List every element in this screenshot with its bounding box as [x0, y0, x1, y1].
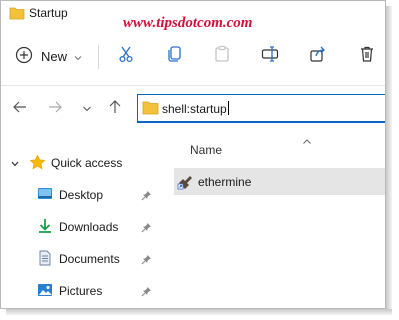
nav-item-label: Downloads — [59, 220, 119, 234]
window-shadow — [386, 6, 392, 311]
paste-button[interactable] — [211, 45, 233, 67]
sort-ascending-icon — [302, 132, 312, 150]
nav-item-label: Pictures — [59, 284, 103, 298]
plus-circle-icon — [15, 46, 33, 67]
toolbar-separator — [98, 45, 99, 69]
address-input[interactable]: shell:startup — [162, 101, 229, 116]
star-icon — [29, 154, 46, 176]
share-button[interactable] — [307, 45, 329, 67]
copy-button[interactable] — [163, 45, 185, 67]
toolbar-divider — [1, 85, 385, 86]
watermark-text: www.tipsdotcom.com — [123, 15, 253, 31]
command-bar: New — [1, 37, 385, 75]
folder-icon — [142, 100, 159, 120]
pin-icon — [141, 252, 152, 270]
back-button[interactable] — [10, 99, 30, 119]
column-header-name[interactable]: Name — [190, 143, 222, 157]
pin-icon — [141, 284, 152, 302]
navigation-bar: shell:startup — [1, 91, 385, 127]
nav-item-label: Documents — [59, 252, 120, 266]
nav-item-documents[interactable]: Documents — [1, 244, 171, 272]
explorer-window: Startup www.tipsdotcom.com New shell:sta… — [0, 0, 386, 309]
address-bar[interactable]: shell:startup — [137, 94, 385, 123]
arrow-right-icon — [47, 99, 63, 120]
shortcut-icon — [177, 173, 194, 195]
scissors-icon — [117, 45, 135, 68]
forward-button[interactable] — [45, 99, 65, 119]
clipboard-icon — [213, 45, 231, 68]
nav-item-label: Desktop — [59, 188, 104, 202]
quick-access-item[interactable]: Quick access — [1, 148, 171, 176]
nav-item-downloads[interactable]: Downloads — [1, 212, 171, 240]
recent-locations-button[interactable] — [77, 99, 97, 119]
new-button[interactable]: New — [15, 43, 82, 69]
arrow-up-icon — [107, 99, 123, 120]
download-icon — [37, 218, 53, 239]
pin-icon — [141, 220, 152, 238]
trash-icon — [358, 45, 376, 68]
rename-button[interactable] — [259, 45, 281, 67]
share-icon — [309, 45, 327, 68]
pictures-icon — [37, 282, 53, 303]
pin-icon — [141, 188, 152, 206]
chevron-down-icon — [82, 100, 92, 118]
window-title: Startup — [29, 6, 68, 20]
chevron-down-icon — [74, 49, 82, 64]
arrow-left-icon — [12, 99, 28, 120]
rename-icon — [261, 45, 279, 68]
copy-icon — [165, 45, 183, 68]
quick-access-label: Quick access — [51, 156, 123, 170]
document-icon — [37, 250, 53, 271]
desktop-icon — [37, 186, 53, 207]
text-caret — [227, 101, 229, 115]
nav-item-pictures[interactable]: Pictures — [1, 276, 171, 304]
cut-button[interactable] — [115, 45, 137, 67]
nav-item-desktop[interactable]: Desktop — [1, 180, 171, 208]
file-row[interactable]: ethermine — [174, 168, 385, 195]
file-name: ethermine — [198, 175, 252, 189]
folder-icon — [9, 6, 25, 25]
chevron-down-icon[interactable] — [10, 156, 20, 174]
address-value: shell:startup — [162, 102, 227, 116]
window-shadow — [6, 309, 392, 315]
delete-button[interactable] — [356, 45, 378, 67]
up-button[interactable] — [105, 99, 125, 119]
new-button-label: New — [41, 48, 68, 64]
